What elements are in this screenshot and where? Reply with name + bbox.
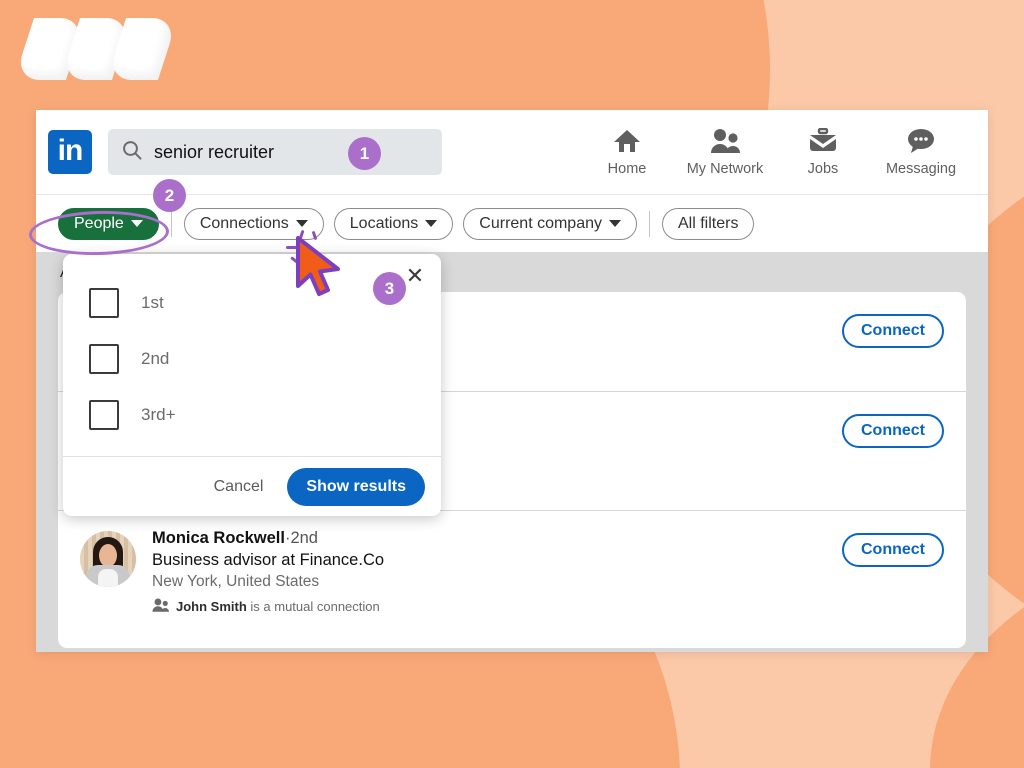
- connect-button[interactable]: Connect: [842, 314, 944, 348]
- avatar: [80, 531, 136, 587]
- home-icon: [613, 128, 641, 158]
- connections-option-label: 2nd: [141, 349, 170, 368]
- result-degree: ·2nd: [284, 529, 318, 547]
- avatar-face: [99, 544, 117, 567]
- all-filters-button[interactable]: All filters: [662, 207, 755, 240]
- step-badge-2: 2: [153, 179, 186, 212]
- message-bubble-icon: [906, 128, 936, 158]
- nav-label-my-network: My Network: [686, 160, 764, 177]
- all-filters-label: All filters: [678, 214, 739, 232]
- mutual-connection-suffix: is a mutual connection: [246, 599, 380, 614]
- search-bar[interactable]: [108, 129, 442, 175]
- current-company-filter-pill[interactable]: Current company: [463, 207, 637, 240]
- connect-button[interactable]: Connect: [842, 414, 944, 448]
- checkbox[interactable]: [89, 344, 119, 374]
- connections-option-3rd-plus[interactable]: 3rd+: [89, 400, 441, 430]
- connect-button[interactable]: Connect: [842, 533, 944, 567]
- filter-divider-1: [170, 210, 172, 237]
- nav-item-messaging[interactable]: Messaging: [872, 128, 970, 177]
- connections-option-2nd[interactable]: 2nd: [89, 344, 441, 374]
- connections-pill-label: Connections: [199, 214, 289, 232]
- result-location: New York, United States: [152, 573, 320, 590]
- nav-item-my-network[interactable]: My Network: [676, 128, 774, 177]
- mutual-people-icon: [152, 598, 169, 615]
- avatar-shirt: [98, 569, 118, 587]
- mutual-connection-row: John Smith is a mutual connection: [152, 598, 384, 615]
- search-icon: [120, 138, 144, 167]
- connections-option-label: 3rd+: [141, 405, 176, 424]
- nav-items: Home My Network Jobs Messaging: [578, 127, 988, 177]
- nav-label-jobs: Jobs: [807, 160, 839, 177]
- cancel-button[interactable]: Cancel: [204, 472, 274, 502]
- result-headline: Business advisor at Finance.Co: [152, 551, 385, 569]
- people-icon: [710, 128, 740, 158]
- linkedin-logo[interactable]: in: [48, 130, 92, 174]
- locations-filter-pill[interactable]: Locations: [333, 207, 454, 240]
- table-row[interactable]: Monica Rockwell·2nd Business advisor at …: [58, 511, 966, 630]
- checkbox[interactable]: [89, 288, 119, 318]
- step-badge-1: 1: [348, 137, 381, 170]
- nav-label-messaging: Messaging: [885, 160, 957, 177]
- chevron-down-icon: [295, 220, 308, 227]
- briefcase-icon: [809, 127, 837, 158]
- checkbox[interactable]: [89, 400, 119, 430]
- search-input[interactable]: [154, 141, 344, 163]
- result-name-line: Monica Rockwell·2nd: [152, 529, 384, 548]
- result-name[interactable]: Monica Rockwell: [152, 529, 285, 547]
- locations-pill-label: Locations: [349, 214, 419, 232]
- chevron-down-icon: [425, 220, 438, 227]
- dropdown-footer: Cancel Show results: [63, 456, 441, 516]
- chevron-down-icon: [609, 220, 621, 227]
- mouse-cursor-icon: [292, 236, 352, 307]
- mutual-connection-text: John Smith is a mutual connection: [176, 599, 380, 614]
- show-results-button[interactable]: Show results: [287, 467, 425, 506]
- filter-divider-2: [649, 210, 650, 237]
- current-company-pill-label: Current company: [479, 214, 602, 232]
- result-info: Monica Rockwell·2nd Business advisor at …: [152, 529, 384, 615]
- mutual-connection-name: John Smith: [176, 599, 247, 614]
- step-badge-3: 3: [373, 272, 406, 305]
- connections-option-label: 1st: [141, 293, 164, 312]
- nav-item-home[interactable]: Home: [578, 128, 676, 177]
- nav-item-jobs[interactable]: Jobs: [774, 127, 872, 177]
- nav-label-home: Home: [607, 160, 647, 177]
- brand-logo-mark: [13, 18, 179, 80]
